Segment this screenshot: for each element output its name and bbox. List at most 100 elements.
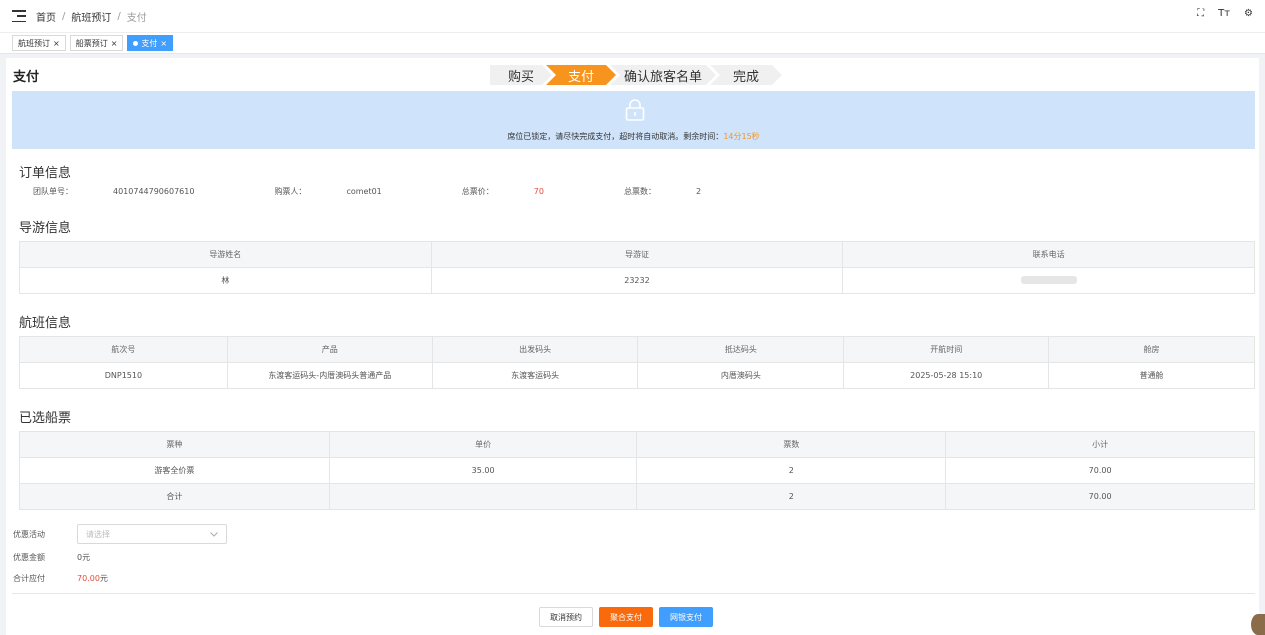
sum-unit-price: [328, 483, 638, 510]
total-price: 总票价： 70: [462, 186, 584, 197]
lock-message: 席位已锁定，请尽快完成支付，超时将自动取消。剩余时间：14分15秒: [12, 131, 1255, 142]
table-header: 开航时间: [843, 336, 1050, 363]
lock-icon: [625, 99, 645, 121]
font-size-icon[interactable]: Tт: [1218, 8, 1230, 19]
breadcrumb: 首页 / 航班预订 / 支付: [36, 9, 147, 24]
step-confirm-passengers: 确认旅客名单: [610, 65, 716, 85]
departure-pier: 东渡客运码头: [431, 362, 639, 389]
close-icon[interactable]: ×: [111, 39, 118, 48]
table-header: 联系电话: [842, 241, 1255, 268]
lock-banner: 席位已锁定，请尽快完成支付，超时将自动取消。剩余时间：14分15秒: [12, 91, 1255, 149]
table-header: 航次号: [19, 336, 228, 363]
ticket-table: 票种 单价 票数 小计 游客全价票 35.00 2 70.00 合计 2 70.…: [19, 431, 1255, 510]
bank-pay-button[interactable]: 网银支付: [659, 607, 713, 627]
close-icon[interactable]: ×: [160, 39, 167, 48]
buyer-value: comet01: [346, 187, 382, 196]
fullscreen-icon[interactable]: ⛶: [1197, 8, 1204, 19]
menu-toggle-icon[interactable]: [12, 10, 26, 22]
payable-label: 合计应付: [13, 574, 45, 583]
tab-payment[interactable]: 支付 ×: [127, 35, 174, 51]
step-complete: 完成: [710, 65, 782, 85]
payable-unit: 元: [99, 574, 108, 583]
promo-select[interactable]: 请选择: [77, 524, 227, 544]
table-sum-row: 合计 2 70.00: [19, 483, 1255, 510]
total-price-label: 总票价：: [461, 187, 494, 196]
discount-value: 0元: [77, 553, 91, 562]
promo-label: 优惠活动: [13, 529, 45, 539]
active-dot-icon: [133, 40, 139, 46]
total-count: 总票数： 2: [624, 186, 741, 197]
discount-label: 优惠金额: [13, 553, 45, 562]
table-header: 导游证: [430, 241, 844, 268]
divider: [12, 593, 1255, 594]
sail-time: 2025-05-28 15:10: [843, 362, 1050, 389]
top-bar: 首页 / 航班预订 / 支付 ⛶ Tт ⚙: [0, 0, 1265, 32]
table-header-row: 导游姓名 导游证 联系电话: [19, 241, 1255, 268]
payable-row: 合计应付 70.00 元: [13, 573, 108, 584]
discount-row: 优惠金额 0元: [13, 552, 90, 563]
ticket-count: 2: [636, 457, 947, 484]
progress-steps: 购买 支付 确认旅客名单 完成: [490, 65, 776, 85]
main-panel: 支付 购买 支付 确认旅客名单 完成 席位已锁定，请尽快完成支付，超时将自动取消…: [6, 58, 1259, 635]
table-header: 单价: [328, 431, 638, 458]
order-info: 团队单号： 4010744790607610 购票人： comet01 总票价： 70…: [33, 186, 781, 197]
total-count-value: 2: [695, 187, 702, 196]
payable-amount: 70.00: [77, 574, 100, 583]
guide-name: 林: [19, 267, 432, 294]
guide-license: 23232: [430, 267, 844, 294]
table-header: 出发码头: [431, 336, 639, 363]
cancel-booking-button[interactable]: 取消预约: [539, 607, 593, 627]
table-row: DNP1510 东渡客运码头-内厝澳码头普通产品 东渡客运码头 内厝澳码头 20…: [19, 362, 1255, 389]
section-tickets-title: 已选船票: [19, 411, 72, 426]
group-no-label: 团队单号：: [33, 187, 73, 196]
close-icon[interactable]: ×: [53, 39, 60, 48]
table-header: 产品: [226, 336, 433, 363]
tabs-bar: 航班预订 × 船票预订 × 支付 ×: [0, 32, 1265, 54]
step-pay: 支付: [546, 65, 616, 85]
table-header: 导游姓名: [19, 241, 432, 268]
unit-price: 35.00: [328, 457, 638, 484]
page-title: 支付: [13, 70, 40, 85]
tab-label: 航班预订: [18, 38, 50, 48]
tab-label: 支付: [141, 38, 158, 48]
group-no-value: 4010744790607610: [113, 187, 195, 196]
table-header-row: 票种 单价 票数 小计: [19, 431, 1255, 458]
section-guide-title: 导游信息: [19, 221, 72, 236]
breadcrumb-home[interactable]: 首页: [36, 9, 56, 24]
tab-flight-booking[interactable]: 航班预订 ×: [12, 35, 66, 51]
table-header: 小计: [945, 431, 1255, 458]
total-price-value: 70: [533, 187, 544, 196]
table-row: 游客全价票 35.00 2 70.00: [19, 457, 1255, 484]
tab-label: 船票预订: [75, 38, 108, 48]
arrival-pier: 内厝澳码头: [637, 362, 845, 389]
guide-table: 导游姓名 导游证 联系电话 林 23232: [19, 241, 1255, 294]
tab-ticket-booking[interactable]: 船票预订 ×: [69, 35, 124, 51]
sum-total: 70.00: [945, 483, 1255, 510]
breadcrumb-separator: /: [62, 10, 66, 22]
redacted-phone: [1020, 275, 1077, 284]
countdown-time: 14分15秒: [723, 132, 760, 141]
table-header-row: 航次号 产品 出发码头 抵达码头 开航时间 舱房: [19, 336, 1255, 363]
table-header: 票种: [19, 431, 330, 458]
ticket-type: 游客全价票: [19, 457, 330, 484]
breadcrumb-current: 支付: [126, 12, 147, 24]
total-count-label: 总票数：: [623, 187, 656, 196]
aggregate-pay-button[interactable]: 聚合支付: [599, 607, 653, 627]
table-header: 票数: [636, 431, 947, 458]
settings-icon[interactable]: ⚙: [1244, 8, 1253, 19]
flight-no: DNP1510: [19, 362, 228, 389]
avatar[interactable]: [1251, 614, 1265, 635]
table-row: 林 23232: [19, 267, 1255, 294]
promo-placeholder: 请选择: [86, 529, 110, 539]
breadcrumb-parent[interactable]: 航班预订: [71, 9, 111, 24]
section-order-title: 订单信息: [19, 166, 72, 181]
breadcrumb-separator: /: [117, 10, 121, 22]
buyer: 购票人： comet01: [274, 186, 421, 197]
action-buttons: 取消预约 聚合支付 网银支付: [539, 607, 713, 627]
table-header: 抵达码头: [637, 336, 845, 363]
table-header: 舱房: [1048, 336, 1255, 363]
sum-label: 合计: [19, 483, 330, 510]
step-buy: 购买: [490, 65, 552, 85]
subtotal: 70.00: [945, 457, 1255, 484]
promo-row: 优惠活动 请选择: [13, 524, 227, 544]
